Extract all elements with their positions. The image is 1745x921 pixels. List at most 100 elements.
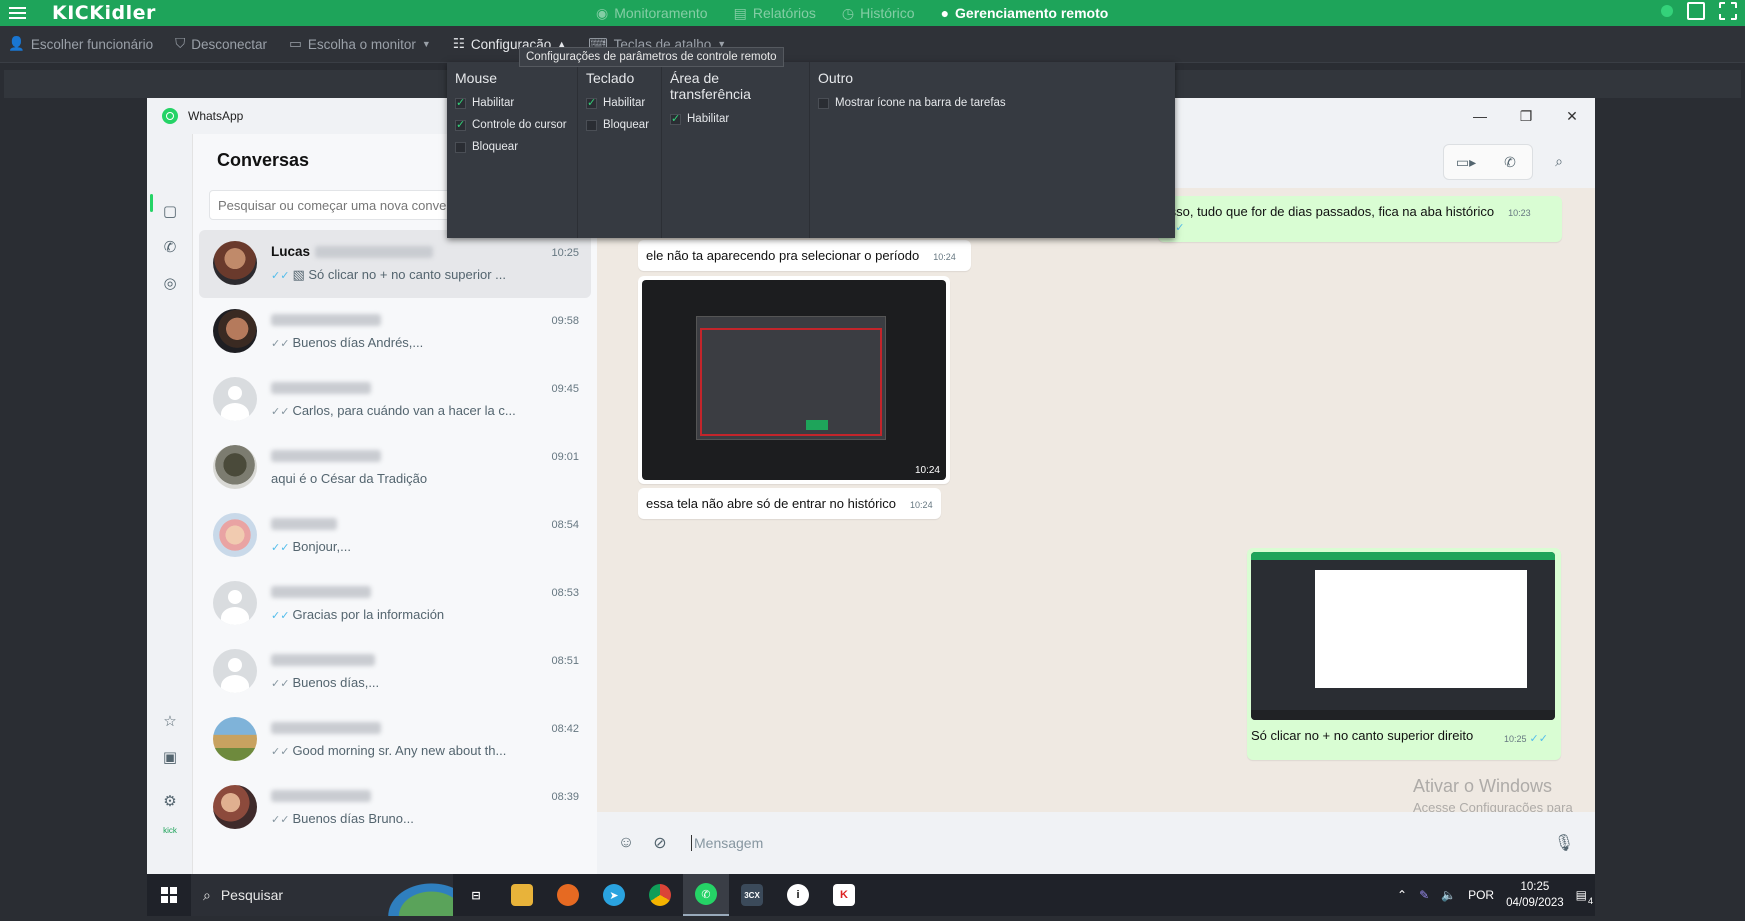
chat-item[interactable]: 08:39 ✓✓ Buenos días Bruno...	[199, 774, 591, 842]
tab-historico[interactable]: ◷ Histórico	[842, 5, 915, 22]
voice-call-icon[interactable]: ✆	[1488, 145, 1532, 179]
chat-list-panel: Conversas Pesquisar ou começar uma nova …	[193, 134, 597, 874]
monitor-icon: ▭	[289, 36, 302, 51]
whatsapp-taskbar-icon[interactable]: ✆	[683, 874, 729, 916]
message-bubble-in[interactable]: ele não ta aparecendo pra selecionar o p…	[638, 240, 971, 271]
archive-icon[interactable]: ▣	[161, 748, 179, 766]
star-icon[interactable]: ☆	[161, 712, 179, 730]
restore-icon[interactable]: ❐	[1503, 98, 1549, 134]
keyboard-block-checkbox[interactable]: Bloquear	[586, 114, 653, 136]
attach-icon[interactable]: ⊘	[643, 833, 677, 853]
choose-monitor-button[interactable]: ▭ Escolha o monitor ▼	[289, 36, 431, 52]
chat-time: 09:01	[551, 451, 579, 463]
chat-time: 08:51	[551, 655, 579, 667]
chat-time: 08:39	[551, 791, 579, 803]
tab-monitoramento[interactable]: ◉ Monitoramento	[596, 5, 708, 22]
system-tray: ⌃ ✎ 🔈 POR 10:25 04/09/2023 ▤ 4	[1397, 874, 1593, 916]
video-call-icon[interactable]: ▭▸	[1444, 145, 1488, 179]
firefox-icon[interactable]	[545, 874, 591, 916]
mouse-cursor-control-checkbox[interactable]: ✓ Controle do cursor	[455, 114, 569, 136]
chat-item[interactable]: 09:45 ✓✓ Carlos, para cuándo van a hacer …	[199, 366, 591, 434]
tab-relatorios[interactable]: ▤ Relatórios	[734, 5, 816, 22]
checkbox-empty-icon	[455, 141, 466, 153]
users-icon: 👤	[8, 36, 25, 51]
status-icon[interactable]: ◎	[161, 274, 179, 292]
chat-time: 08:54	[551, 519, 579, 531]
keyboard-enable-checkbox[interactable]: ✓ Habilitar	[586, 92, 653, 114]
double-check-icon: ✓✓	[271, 542, 290, 554]
double-check-icon: ✓✓	[271, 610, 290, 622]
choose-employee-button[interactable]: 👤 Escolher funcionário	[8, 36, 153, 52]
chevron-down-icon: ▼	[421, 39, 431, 49]
emoji-icon[interactable]: ☺	[609, 834, 643, 852]
chat-item[interactable]: 09:58 ✓✓ Buenos días Andrés,...	[199, 298, 591, 366]
volume-icon[interactable]: 🔈	[1441, 888, 1456, 902]
blurred-name	[315, 246, 433, 258]
info-app-icon[interactable]: i	[775, 874, 821, 916]
minimize-icon[interactable]: —	[1457, 98, 1503, 134]
config-col-keyboard: Teclado ✓ Habilitar Bloquear	[578, 62, 662, 238]
phone-icon[interactable]: ✆	[161, 238, 179, 256]
config-col-clipboard: Área de transferência ✓ Habilitar	[662, 62, 810, 238]
avatar	[213, 513, 257, 557]
clock[interactable]: 10:25 04/09/2023	[1506, 879, 1564, 911]
chevron-up-icon[interactable]: ⌃	[1397, 888, 1407, 902]
windows-start-icon[interactable]	[147, 874, 191, 916]
chats-icon[interactable]: ▢	[161, 202, 179, 220]
add-window-icon[interactable]	[1687, 2, 1705, 20]
highlight-box	[700, 328, 882, 436]
configuration-dropdown: Mouse ✓ Habilitar ✓ Controle do cursor Blo…	[447, 62, 1175, 238]
telegram-icon[interactable]: ➤	[591, 874, 637, 916]
blurred-name	[271, 586, 371, 598]
chat-item[interactable]: 08:42 ✓✓ Good morning sr. Any new about t…	[199, 706, 591, 774]
chat-item[interactable]: 08:53 ✓✓ Gracias por la información	[199, 570, 591, 638]
image-icon: ▧	[292, 267, 309, 282]
pen-icon[interactable]: ✎	[1419, 888, 1429, 902]
clipboard-enable-checkbox[interactable]: ✓ Habilitar	[670, 108, 801, 130]
avatar	[213, 241, 257, 285]
double-check-icon: ✓✓	[1526, 733, 1548, 745]
window-title: WhatsApp	[188, 109, 244, 123]
fullscreen-icon[interactable]	[1719, 2, 1737, 20]
kickidler-taskbar-icon[interactable]: K	[821, 874, 867, 916]
show-taskbar-icon-checkbox[interactable]: Mostrar ícone na barra de tarefas	[818, 92, 1167, 114]
task-view-icon[interactable]: ⊟	[453, 874, 499, 916]
default-avatar-icon	[213, 581, 257, 625]
mouse-enable-checkbox[interactable]: ✓ Habilitar	[455, 92, 569, 114]
chrome-icon[interactable]	[637, 874, 683, 916]
3cx-icon[interactable]: 3CX	[729, 874, 775, 916]
tab-gerenciamento-remoto[interactable]: ● Gerenciamento remoto	[941, 5, 1109, 21]
config-col-other: Outro Mostrar ícone na barra de tarefas	[810, 62, 1175, 238]
close-icon[interactable]: ✕	[1549, 98, 1595, 134]
chat-preview: ✓✓ Buenos días,...	[271, 675, 380, 690]
config-col-title: Área de transferência	[670, 70, 751, 102]
avatar	[213, 785, 257, 829]
eye-icon: ◉	[596, 4, 609, 21]
message-bubble-in[interactable]: essa tela não abre só de entrar no histó…	[638, 488, 941, 519]
chat-item[interactable]: 09:01 aqui é o César da Tradição	[199, 434, 591, 502]
kickidler-profile-icon[interactable]: kick	[161, 826, 179, 844]
default-avatar-icon	[213, 377, 257, 421]
chat-item[interactable]: 08:51 ✓✓ Buenos días,...	[199, 638, 591, 706]
document-icon: ▤	[733, 4, 747, 21]
chat-item[interactable]: Lucas 10:25 ✓✓ ▧ Só clicar no + no canto …	[199, 230, 591, 298]
search-icon: ⌕	[203, 886, 211, 903]
message-input[interactable]: Mensagem	[691, 835, 763, 851]
gear-icon[interactable]: ⚙	[161, 792, 179, 810]
disconnect-button[interactable]: ⛉ Desconectar	[175, 36, 267, 52]
message-bubble-out[interactable]: Isso, tudo que for de dias passados, fic…	[1158, 196, 1562, 242]
file-explorer-icon[interactable]	[499, 874, 545, 916]
chat-item[interactable]: 08:54 ✓✓ Bonjour,...	[199, 502, 591, 570]
image-caption: Só clicar no + no canto superior direito	[1251, 728, 1474, 743]
menu-icon[interactable]	[2, 0, 32, 26]
windows-taskbar: ⌕ Pesquisar ⊟ ➤ ✆ 3CX i K ⌃ ✎ 🔈 POR 10:2…	[147, 874, 1595, 916]
image-message-out[interactable]: Só clicar no + no canto superior direito…	[1247, 548, 1561, 760]
notifications-icon[interactable]: ▤ 4	[1576, 888, 1593, 906]
search-icon[interactable]: ⌕	[1537, 144, 1581, 178]
chat-preview: ✓✓ Good morning sr. Any new about th...	[271, 743, 507, 758]
language-indicator[interactable]: POR	[1468, 888, 1494, 902]
taskbar-search[interactable]: ⌕ Pesquisar	[191, 874, 453, 916]
microphone-icon[interactable]: 🎙	[1547, 833, 1581, 853]
mouse-block-checkbox[interactable]: Bloquear	[455, 136, 569, 158]
image-message-in[interactable]: 10:24	[638, 276, 950, 484]
